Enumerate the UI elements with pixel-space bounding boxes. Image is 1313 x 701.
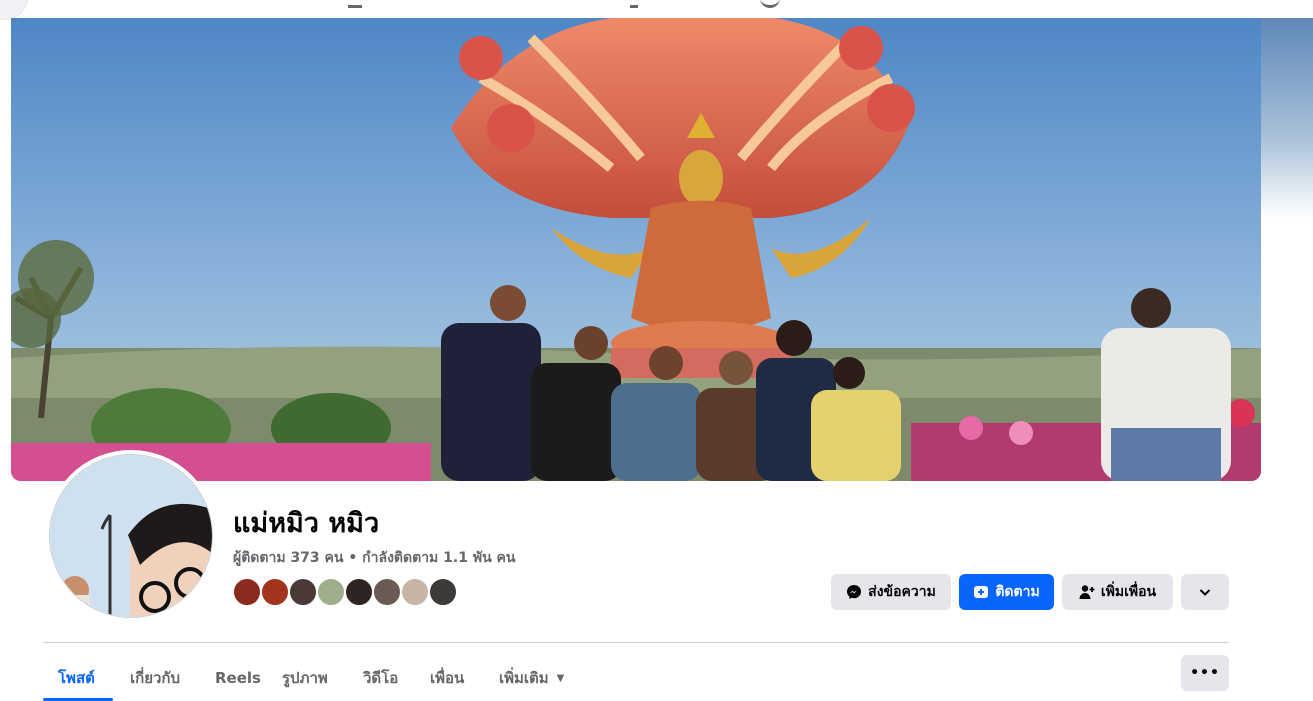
- tab-reels[interactable]: Reels: [215, 656, 261, 700]
- friend-avatar[interactable]: [260, 577, 290, 607]
- tab-more-label: เพิ่มเติม: [499, 669, 549, 687]
- message-button[interactable]: ส่งข้อความ: [831, 574, 951, 610]
- friend-avatar[interactable]: [400, 577, 430, 607]
- profile-name: แม่หมิว หมิว: [233, 508, 380, 539]
- nav-icon[interactable]: [630, 0, 638, 8]
- tab-photos[interactable]: รูปภาพ: [282, 656, 328, 700]
- tab-options-button[interactable]: •••: [1181, 655, 1229, 691]
- follow-button[interactable]: ติดตาม: [959, 574, 1054, 610]
- ellipsis-icon: •••: [1190, 665, 1220, 681]
- tab-videos[interactable]: วิดีโอ: [363, 656, 398, 700]
- top-navigation-bar: [0, 0, 1313, 20]
- friend-avatar[interactable]: [372, 577, 402, 607]
- home-circle-icon[interactable]: [0, 0, 28, 20]
- nav-icon[interactable]: [348, 0, 362, 8]
- tab-friends[interactable]: เพื่อน: [430, 656, 464, 700]
- caret-down-icon: ▼: [556, 672, 565, 684]
- cover-photo[interactable]: [11, 18, 1261, 481]
- friend-avatar[interactable]: [232, 577, 262, 607]
- add-friend-button-label: เพิ่มเพื่อน: [1100, 584, 1157, 600]
- follow-button-label: ติดตาม: [995, 584, 1040, 600]
- chevron-down-icon: [1197, 584, 1213, 600]
- messenger-icon: [846, 584, 862, 600]
- profile-avatar[interactable]: [49, 454, 213, 618]
- nav-icon[interactable]: [760, 0, 780, 8]
- add-friend-button[interactable]: เพิ่มเพื่อน: [1062, 574, 1173, 610]
- profile-options-button[interactable]: [1181, 574, 1229, 610]
- add-friend-icon: [1079, 584, 1095, 600]
- friend-avatar[interactable]: [344, 577, 374, 607]
- followers-stats[interactable]: ผู้ติดตาม 373 คน • กำลังติดตาม 1.1 พัน ค…: [233, 547, 515, 569]
- tab-about[interactable]: เกี่ยวกับ: [130, 656, 180, 700]
- tab-posts[interactable]: โพสต์: [58, 656, 95, 700]
- follow-icon: [973, 584, 989, 600]
- friend-avatar[interactable]: [288, 577, 318, 607]
- page-background: [1261, 18, 1313, 218]
- tab-more[interactable]: เพิ่มเติม ▼: [499, 656, 564, 700]
- friend-avatar[interactable]: [428, 577, 458, 607]
- friend-avatar[interactable]: [316, 577, 346, 607]
- section-divider: [43, 642, 1229, 643]
- message-button-label: ส่งข้อความ: [868, 584, 936, 600]
